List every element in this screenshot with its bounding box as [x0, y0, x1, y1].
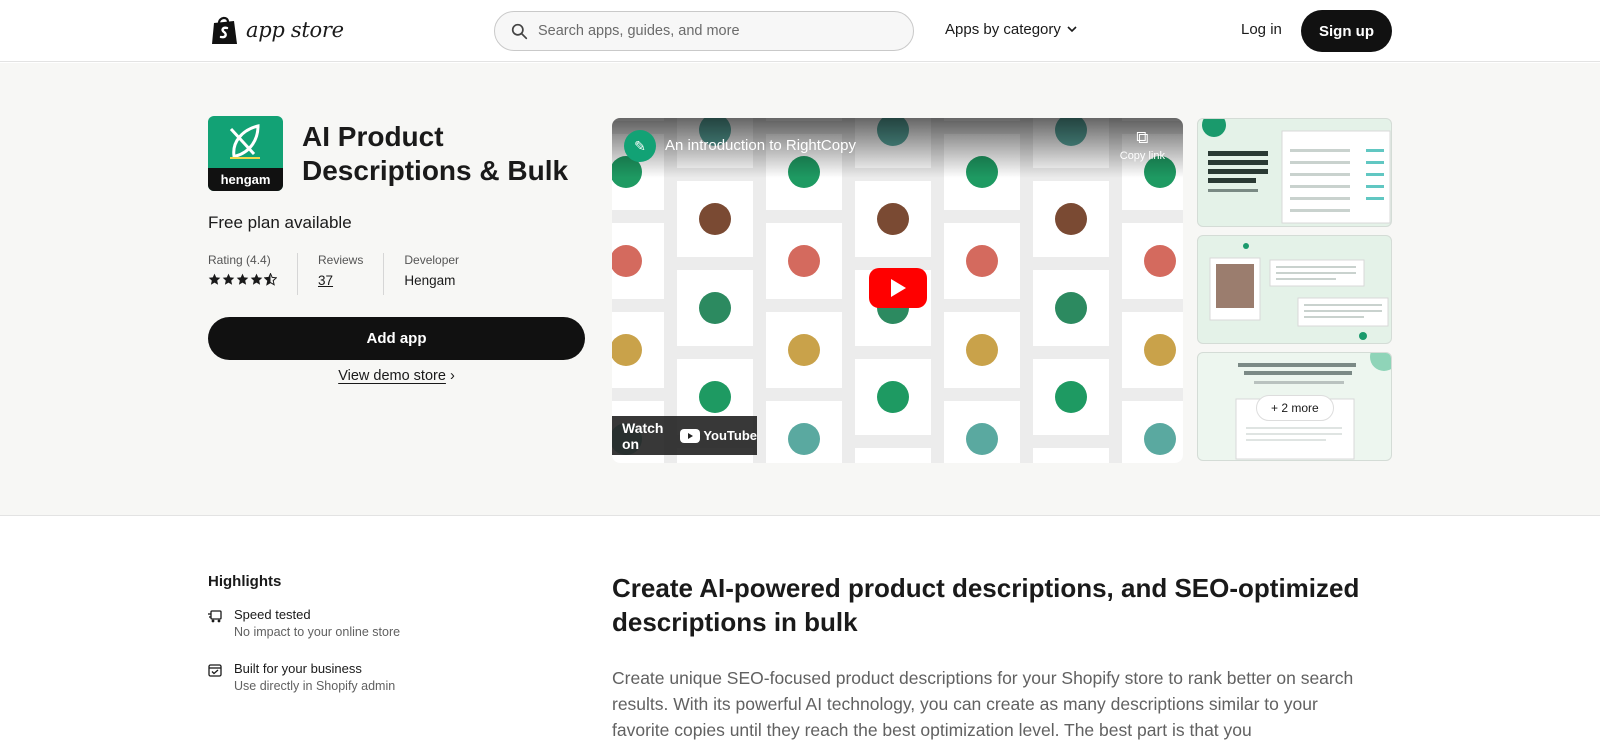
watch-label: Watch on: [622, 419, 664, 452]
watch-on-youtube-button[interactable]: Watch on YouTube: [612, 416, 757, 455]
speed-icon: [208, 610, 222, 623]
highlight-built-for-business: Built for your business Use directly in …: [208, 661, 395, 693]
category-label: Apps by category: [945, 21, 1061, 38]
developer-stat: Developer Hengam: [383, 253, 479, 295]
demo-label: View demo store: [338, 368, 446, 384]
admin-icon: [208, 664, 222, 677]
reviews-count-link[interactable]: 37: [318, 273, 363, 288]
app-stats: Rating (4.4) Reviews 37 Developer Hengam: [208, 253, 479, 295]
top-navigation: app store Apps by category Log in Sign u…: [0, 0, 1600, 62]
star-icon: [222, 273, 235, 285]
intro-video[interactable]: ✎ An introduction to RightCopy ⧉ Copy li…: [612, 118, 1183, 463]
shopify-bag-icon: [212, 16, 237, 44]
app-icon-brand: hengam: [208, 168, 283, 191]
highlight-subtitle: Use directly in Shopify admin: [234, 679, 396, 693]
reviews-label: Reviews: [318, 253, 364, 267]
channel-logo[interactable]: ✎: [624, 130, 656, 162]
highlight-speed-tested: Speed tested No impact to your online st…: [208, 607, 400, 639]
add-app-button[interactable]: Add app: [208, 317, 585, 360]
logo-text: app store: [246, 18, 344, 42]
search-icon: [511, 23, 528, 39]
star-icon: [208, 273, 221, 285]
app-icon: hengam: [208, 116, 283, 191]
feather-icon: [229, 124, 260, 159]
copy-icon: ⧉: [1136, 128, 1149, 147]
rating-stars: [208, 273, 277, 286]
signup-button[interactable]: Sign up: [1301, 10, 1392, 52]
rating-stat: Rating (4.4): [208, 253, 297, 295]
more-screenshots-button[interactable]: + 2 more: [1256, 395, 1334, 421]
app-headline: Create AI-powered product descriptions, …: [612, 573, 1360, 637]
reviews-stat: Reviews 37: [297, 253, 383, 295]
copy-link-button[interactable]: ⧉ Copy link: [1120, 128, 1165, 162]
pricing-plan: Free plan available: [208, 213, 352, 232]
youtube-logo: YouTube: [680, 428, 757, 443]
chevron-right-icon: ›: [449, 368, 455, 384]
apps-by-category-dropdown[interactable]: Apps by category: [945, 21, 1077, 38]
video-title[interactable]: An introduction to RightCopy: [665, 137, 856, 154]
screenshot-preview: [1202, 119, 1391, 224]
screenshot-thumbnail-3[interactable]: + 2 more: [1197, 352, 1392, 461]
star-icon: [236, 273, 249, 285]
app-title: AI Product Descriptions & Bulk: [302, 121, 569, 186]
play-icon: [891, 279, 906, 297]
login-link[interactable]: Log in: [1241, 21, 1282, 38]
chevron-down-icon: [1067, 26, 1077, 33]
highlights-title: Highlights: [208, 573, 282, 590]
highlight-title: Speed tested: [234, 607, 311, 622]
app-store-logo[interactable]: app store: [210, 14, 344, 46]
developer-name[interactable]: Hengam: [404, 273, 459, 288]
screenshot-thumbnail-1[interactable]: [1197, 118, 1392, 227]
youtube-label: YouTube: [703, 428, 757, 443]
app-description: Create unique SEO-focused product descri…: [612, 668, 1354, 740]
play-button[interactable]: [869, 268, 927, 308]
highlight-title: Built for your business: [234, 661, 362, 676]
star-icon: [264, 273, 277, 286]
search-input[interactable]: [538, 23, 898, 39]
app-hero: hengam AI Product Descriptions & Bulk Fr…: [0, 63, 1600, 516]
search-box[interactable]: [494, 11, 914, 51]
highlight-subtitle: No impact to your online store: [234, 625, 401, 639]
youtube-icon: [680, 428, 701, 443]
screenshot-preview: [1209, 243, 1389, 340]
developer-label: Developer: [404, 253, 460, 267]
copy-link-label: Copy link: [1119, 150, 1165, 162]
screenshot-thumbnail-2[interactable]: [1197, 235, 1392, 344]
rating-label: Rating (4.4): [208, 253, 271, 267]
star-icon: [250, 273, 263, 285]
